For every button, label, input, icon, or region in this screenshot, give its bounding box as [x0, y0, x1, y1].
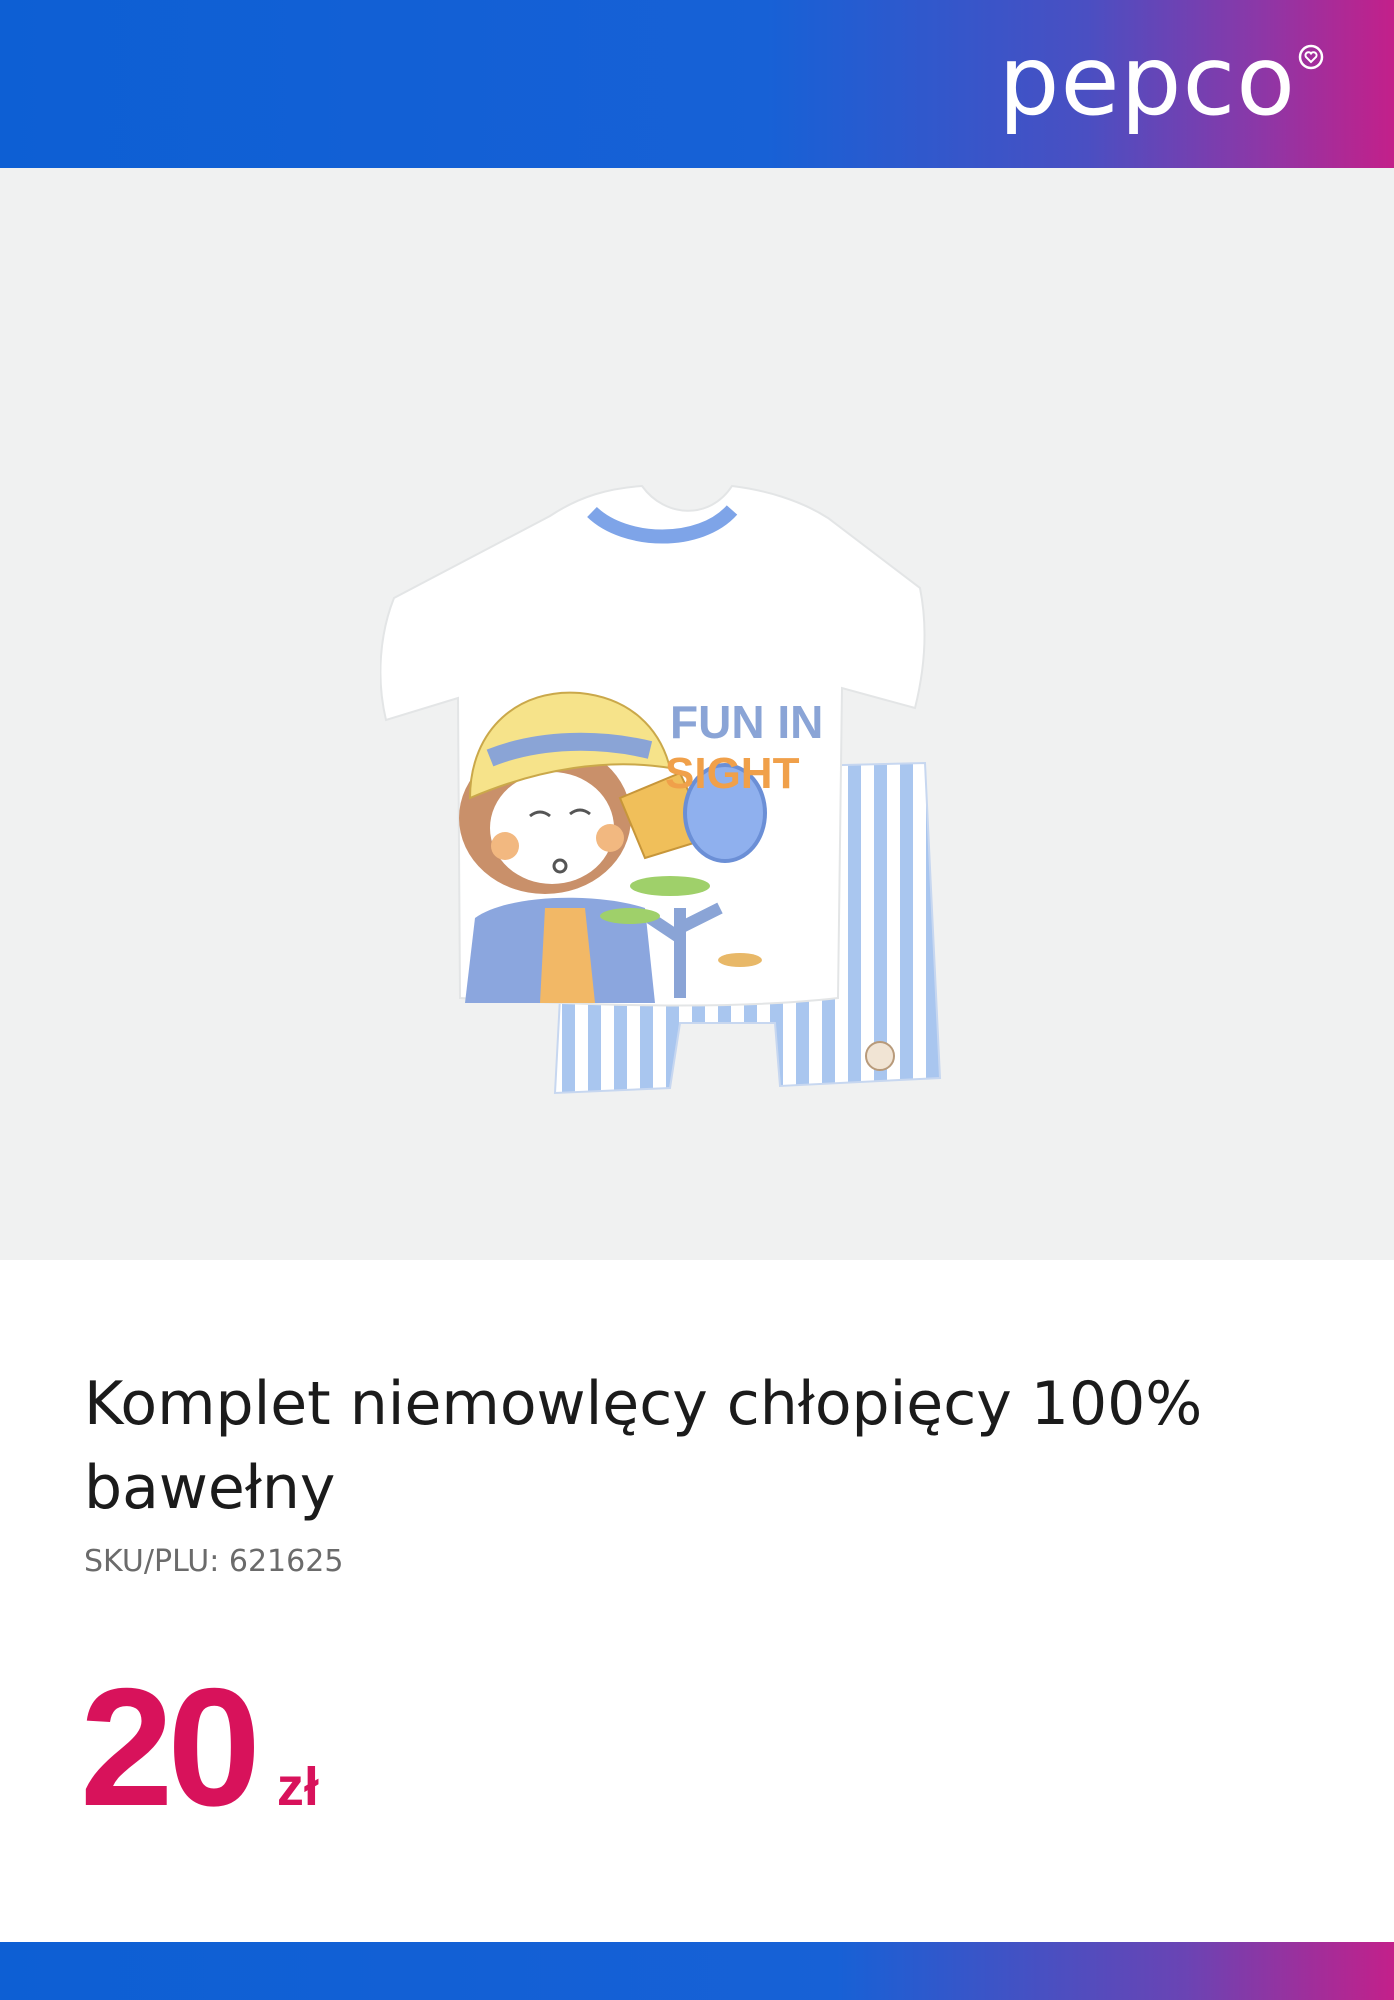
product-sku: SKU/PLU: 621625 — [84, 1544, 344, 1579]
product-image[interactable]: FUN IN SIGHT — [380, 438, 1020, 1178]
logo-text: pepco — [998, 25, 1296, 137]
footer-bar — [0, 1942, 1394, 2000]
price-amount: 20 — [80, 1653, 261, 1841]
price-currency: zł — [276, 1757, 319, 1817]
print-text-line2: SIGHT — [665, 749, 800, 798]
header-bar: pepco — [0, 0, 1394, 168]
product-price: 20 zł — [80, 1662, 319, 1832]
product-image-area: FUN IN SIGHT — [0, 168, 1394, 1260]
print-text-line1: FUN IN — [670, 696, 823, 748]
pepco-logo[interactable]: pepco — [999, 26, 1324, 136]
heart-icon — [1298, 44, 1324, 70]
product-title: Komplet niemowlęcy chłopięcy 100% bawełn… — [84, 1369, 1203, 1523]
